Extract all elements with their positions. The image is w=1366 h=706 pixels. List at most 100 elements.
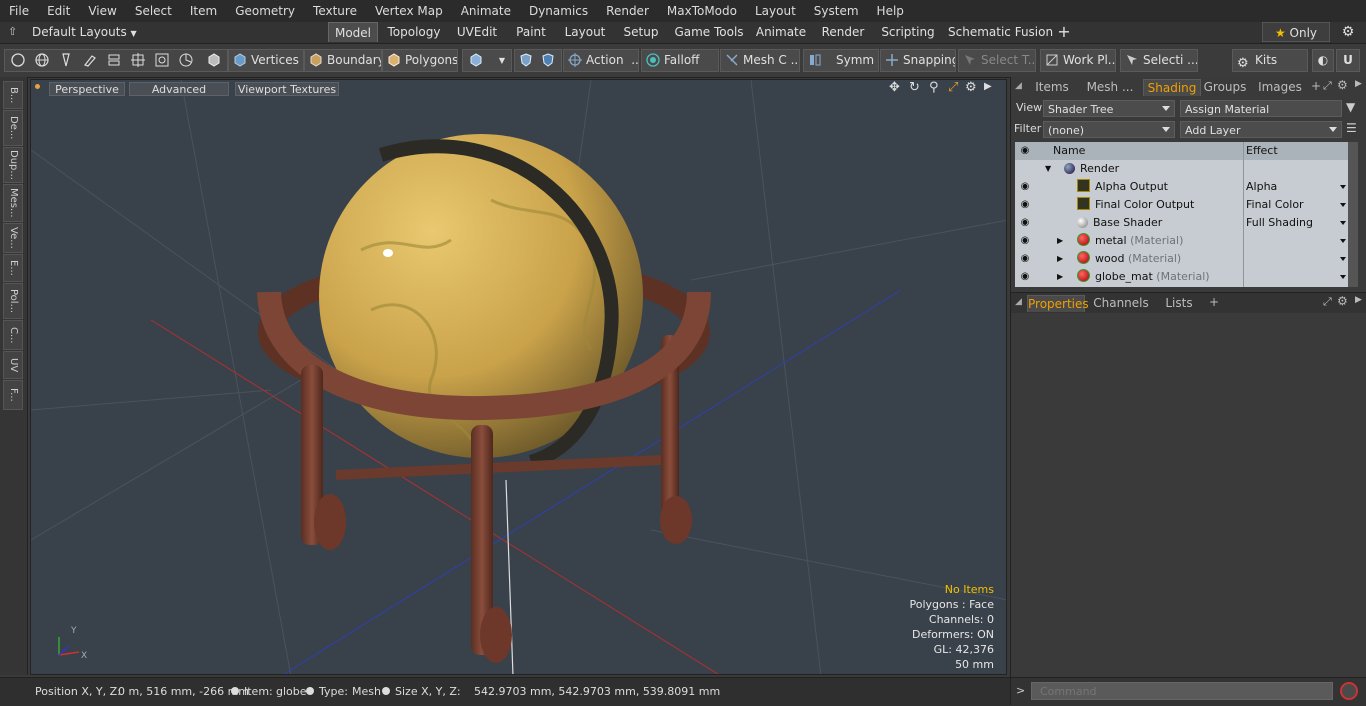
falloff-button[interactable]: Falloff (641, 49, 719, 72)
shader-row-final-color-output[interactable]: ◉ Final Color Output Final Color (1015, 196, 1348, 214)
circle-select-icon[interactable] (11, 53, 25, 67)
add-tab-plus-icon[interactable]: + (1054, 22, 1074, 42)
left-tab-duplicate[interactable]: Dup... (3, 147, 23, 183)
column-name[interactable]: Name (1053, 142, 1085, 160)
pen-icon[interactable] (59, 53, 73, 67)
menu-item[interactable]: Item (181, 4, 226, 18)
menu-help[interactable]: Help (868, 4, 913, 18)
panel-gear-icon[interactable]: ⚙ (1337, 78, 1348, 92)
perspective-button[interactable]: Perspective (49, 82, 125, 96)
vertices-button[interactable]: Vertices (228, 49, 304, 72)
list-options-icon[interactable]: ☰ (1346, 121, 1357, 135)
eye-icon[interactable]: ◉ (1015, 268, 1035, 286)
globe-icon[interactable] (35, 53, 49, 67)
tab-model[interactable]: Model (328, 22, 378, 42)
polygons-button[interactable]: Polygons (382, 49, 458, 72)
boundary-button[interactable]: Boundary (304, 49, 382, 72)
lasso-icon[interactable] (179, 53, 193, 67)
advanced-button[interactable]: Advanced (129, 82, 229, 96)
menu-layout[interactable]: Layout (746, 4, 805, 18)
panel-gear-icon[interactable]: ⚙ (1337, 294, 1348, 308)
menu-texture[interactable]: Texture (304, 4, 366, 18)
expand-arrow-icon[interactable]: ▶ (1057, 268, 1063, 286)
brush-icon[interactable] (83, 53, 97, 67)
tab-animate[interactable]: Animate (755, 22, 807, 42)
zoom-view-icon[interactable]: ⚲ (929, 80, 939, 95)
align-icon[interactable] (107, 53, 121, 67)
menu-view[interactable]: View (79, 4, 125, 18)
chevron-down-icon[interactable] (1340, 203, 1346, 207)
menu-geometry[interactable]: Geometry (226, 4, 304, 18)
left-tab-vertex[interactable]: Ve... (3, 223, 23, 253)
left-tab-basic[interactable]: B... (3, 81, 23, 109)
maximize-view-icon[interactable]: ⤢ (948, 80, 958, 95)
view-select[interactable]: Shader Tree (1043, 100, 1175, 117)
maximize-panel-icon[interactable]: ⤢ (1323, 295, 1332, 309)
tab-properties[interactable]: Properties (1027, 295, 1089, 312)
column-effect[interactable]: Effect (1246, 142, 1278, 160)
menu-edit[interactable]: Edit (38, 4, 79, 18)
unity-icon[interactable]: ◐ (1312, 49, 1334, 72)
menu-animate[interactable]: Animate (452, 4, 520, 18)
mesh-constraint-button[interactable]: Mesh C ... (720, 49, 800, 72)
viewport-textures-button[interactable]: Viewport Textures (235, 82, 339, 96)
material-mode-button[interactable]: ▼ (462, 49, 512, 72)
row-effect[interactable]: Alpha (1246, 178, 1277, 196)
menu-maxtomodo[interactable]: MaxToModo (658, 4, 746, 18)
panel-menu-icon[interactable]: ◢ (1015, 297, 1022, 307)
left-tab-edge[interactable]: E... (3, 254, 23, 282)
item-cube-icon[interactable] (207, 53, 221, 67)
action-button[interactable]: Action ... (563, 49, 639, 72)
left-tab-curve[interactable]: C... (3, 320, 23, 350)
layout-up-arrow-icon[interactable]: ⇧ (8, 25, 20, 39)
viewport-scene[interactable]: Y X (31, 80, 1007, 675)
menu-system[interactable]: System (805, 4, 868, 18)
left-tab-fusion[interactable]: F... (3, 380, 23, 410)
tab-mesh[interactable]: Mesh ... (1083, 79, 1137, 96)
menu-file[interactable]: File (0, 4, 38, 18)
shader-row-metal[interactable]: ◉ ▶ metal (Material) (1015, 232, 1348, 250)
select-through-button[interactable]: Select T... (958, 49, 1036, 72)
panel-menu-icon[interactable]: ◢ (1015, 81, 1022, 91)
eye-icon[interactable]: ◉ (1015, 178, 1035, 196)
left-tab-polygon[interactable]: Pol... (3, 283, 23, 319)
shader-tree-scrollbar[interactable] (1348, 142, 1358, 287)
left-tab-deform[interactable]: De... (3, 110, 23, 146)
work-plane-button[interactable]: Work Pl... (1040, 49, 1116, 72)
add-tab-plus-icon[interactable]: + (1311, 79, 1321, 93)
menu-dynamics[interactable]: Dynamics (520, 4, 597, 18)
chevron-down-icon[interactable] (1340, 185, 1346, 189)
expand-arrow-icon[interactable]: ▶ (1057, 250, 1063, 268)
add-tab-plus-icon[interactable]: + (1209, 295, 1219, 309)
tab-items[interactable]: Items (1029, 79, 1075, 96)
assign-material-button[interactable]: Assign Material (1180, 100, 1342, 117)
shader-row-base-shader[interactable]: ◉ Base Shader Full Shading (1015, 214, 1348, 232)
shader-row-globe-mat[interactable]: ◉ ▶ globe_mat (Material) (1015, 268, 1348, 286)
panel-expand-icon[interactable]: ▶ (1355, 79, 1362, 89)
add-layer-select[interactable]: Add Layer (1180, 121, 1342, 138)
only-toggle[interactable]: ★ Only (1262, 22, 1330, 42)
move-view-icon[interactable]: ✥ (889, 80, 900, 95)
eye-icon[interactable]: ◉ (1015, 232, 1035, 250)
left-tab-uv[interactable]: UV (3, 351, 23, 379)
tab-topology[interactable]: Topology (386, 22, 442, 42)
tab-schematic-fusion[interactable]: Schematic Fusion (948, 22, 1053, 42)
menu-select[interactable]: Select (126, 4, 181, 18)
chevron-down-icon[interactable] (1340, 221, 1346, 225)
tab-groups[interactable]: Groups (1201, 79, 1249, 96)
tab-shading[interactable]: Shading (1143, 79, 1201, 96)
expand-arrow-icon[interactable]: ▼ (1045, 160, 1051, 178)
chevron-down-icon[interactable] (1340, 239, 1346, 243)
record-icon[interactable] (1340, 682, 1358, 700)
snapping-button[interactable]: Snapping (880, 49, 956, 72)
tab-layout[interactable]: Layout (561, 22, 609, 42)
unreal-icon[interactable]: U (1336, 49, 1360, 72)
chevron-down-icon[interactable] (1340, 275, 1346, 279)
tab-lists[interactable]: Lists (1155, 295, 1203, 312)
viewport-gear-icon[interactable]: ⚙ (965, 80, 977, 95)
rotate-view-icon[interactable]: ↻ (909, 80, 920, 95)
command-input[interactable] (1031, 682, 1333, 700)
eye-icon[interactable]: ◉ (1015, 196, 1035, 214)
eye-icon[interactable]: ◉ (1015, 214, 1035, 232)
gear-icon[interactable]: ⚙ (1338, 22, 1358, 42)
